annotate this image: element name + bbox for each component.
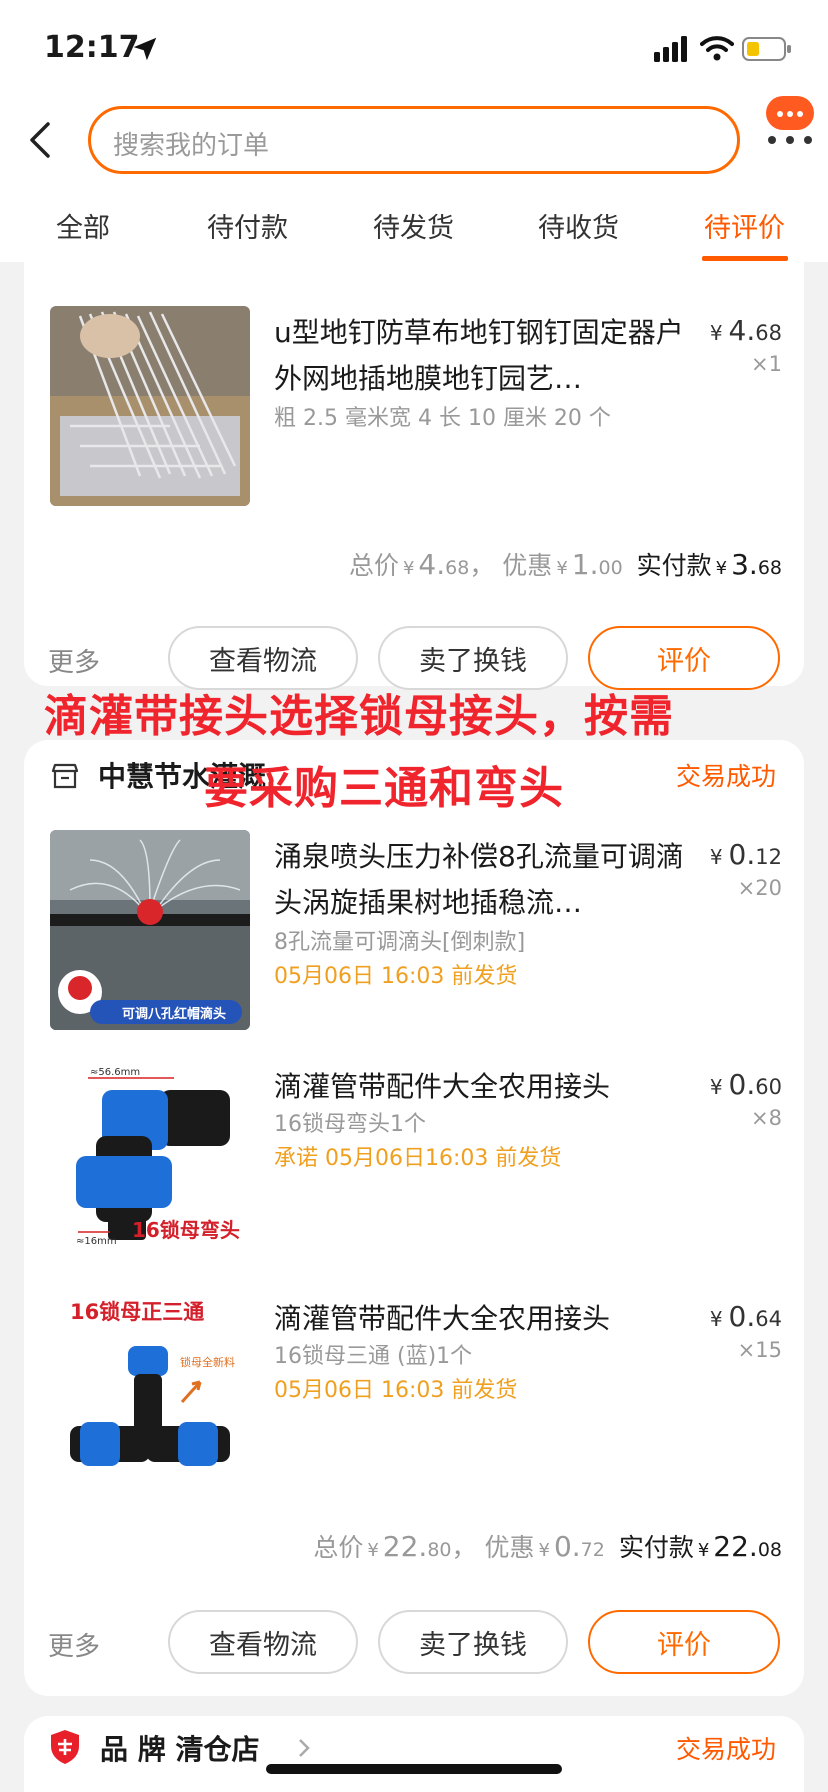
chevron-right-icon[interactable] (296, 1736, 312, 1760)
order-card: u型地钉防草布地钉钢钉固定器户外网地插地膜地钉园艺… 粗 2.5 毫米宽 4 长… (24, 262, 804, 690)
view-logistics-button[interactable]: 查看物流 (168, 1610, 358, 1674)
search-placeholder: 搜索我的订单 (113, 131, 270, 161)
order-item[interactable]: 可调八孔红帽滴头 涌泉喷头压力补偿8孔流量可调滴头涡旋插果树地插稳流… 8孔流量… (24, 830, 804, 1030)
order-item[interactable]: ≈56.6mm ≈16mm 16锁母弯头 滴灌管带配件大全农用接头 16锁母弯头… (24, 1060, 804, 1260)
product-sku: 8孔流量可调滴头[倒刺款] (274, 930, 526, 955)
overlay-caption-line1: 滴灌带接头选择锁母接头，按需 (44, 691, 674, 742)
thumbnail-caption: 16锁母弯头 (132, 1218, 240, 1242)
product-title[interactable]: 涌泉喷头压力补偿8孔流量可调滴头涡旋插果树地插稳流… (274, 834, 708, 926)
order-totals: 总价 ¥4.68， 优惠 ¥1.00 实付款 ¥3.68 (348, 548, 782, 581)
order-actions: 更多 查看物流 卖了换钱 评价 (24, 1610, 804, 1674)
product-sku: 粗 2.5 毫米宽 4 长 10 厘米 20 个 (274, 406, 611, 431)
wifi-icon (700, 36, 734, 61)
order-status: 交易成功 (675, 762, 776, 791)
order-totals: 总价 ¥22.80， 优惠 ¥0.72 实付款 ¥22.08 (313, 1530, 782, 1563)
product-thumbnail: ≈56.6mm ≈16mm 16锁母弯头 (50, 1060, 250, 1260)
active-tab-indicator (702, 256, 788, 261)
order-item[interactable]: 16锁母正三通 锁母全新料 滴灌管带配件大全农用接头 16锁母三通 (蓝)1个 … (24, 1292, 804, 1492)
more-actions-link[interactable]: 更多 (48, 1626, 100, 1663)
product-sku: 16锁母弯头1个 (274, 1112, 426, 1137)
brand-shield-icon (51, 1730, 79, 1764)
product-thumbnail: 可调八孔红帽滴头 (50, 830, 250, 1030)
product-quantity: ×15 (737, 1338, 782, 1362)
product-title[interactable]: 滴灌管带配件大全农用接头 (274, 1296, 708, 1342)
status-bar: 12:17 (0, 0, 828, 100)
more-menu-button[interactable] (760, 94, 820, 154)
product-quantity: ×1 (751, 352, 782, 376)
shipping-promise: 05月06日 16:03 前发货 (274, 964, 518, 989)
order-card: 品 牌 清仓店 交易成功 (24, 1716, 804, 1792)
order-search-input[interactable]: 搜索我的订单 (88, 106, 740, 174)
product-thumbnail: 16锁母正三通 锁母全新料 (50, 1292, 250, 1492)
thumbnail-dimension: ≈56.6mm (90, 1067, 141, 1078)
back-chevron-icon[interactable] (22, 118, 58, 162)
status-time: 12:17 (44, 30, 140, 65)
product-price: ¥0.12 (709, 838, 782, 871)
shipping-promise: 承诺 05月06日16:03 前发货 (274, 1146, 562, 1171)
cellular-signal-icon (654, 36, 687, 62)
order-card: 中慧节水灌溉 交易成功 可调八孔红帽滴头 涌泉喷头压力补偿8孔流量可调滴头涡旋插… (24, 740, 804, 1696)
product-sku: 16锁母三通 (蓝)1个 (274, 1344, 473, 1369)
thumbnail-caption: 可调八孔红帽滴头 (122, 1007, 227, 1022)
shipping-promise: 05月06日 16:03 前发货 (274, 1378, 518, 1403)
product-quantity: ×8 (751, 1106, 782, 1130)
tab-pending-payment[interactable]: 待付款 (207, 206, 288, 245)
thumbnail-dimension: ≈16mm (76, 1236, 117, 1247)
order-tabs: 全部 待付款 待发货 待收货 待评价 (0, 196, 828, 262)
shop-name[interactable]: 品 牌 清仓店 (100, 1728, 260, 1768)
review-button[interactable]: 评价 (588, 1610, 780, 1674)
tab-pending-shipment[interactable]: 待发货 (373, 206, 454, 245)
order-status: 交易成功 (675, 1735, 776, 1764)
resell-button[interactable]: 卖了换钱 (378, 1610, 568, 1674)
location-arrow-icon (133, 37, 157, 61)
tab-all[interactable]: 全部 (56, 206, 110, 245)
shop-icon (51, 763, 79, 789)
product-price: ¥0.64 (709, 1300, 782, 1333)
more-dots-icon (766, 136, 814, 146)
overlay-caption-line2: 要采购三通和弯头 (204, 763, 564, 814)
product-title[interactable]: 滴灌管带配件大全农用接头 (274, 1064, 708, 1110)
product-title[interactable]: u型地钉防草布地钉钢钉固定器户外网地插地膜地钉园艺… (274, 310, 708, 402)
order-item[interactable]: u型地钉防草布地钉钢钉固定器户外网地插地膜地钉园艺… 粗 2.5 毫米宽 4 长… (24, 306, 804, 506)
more-actions-link[interactable]: 更多 (48, 642, 100, 679)
battery-icon (742, 37, 791, 61)
product-thumbnail (50, 306, 250, 506)
tab-pending-review[interactable]: 待评价 (704, 206, 785, 245)
tab-pending-receipt[interactable]: 待收货 (538, 206, 619, 245)
home-indicator[interactable] (266, 1764, 562, 1774)
thumbnail-note: 锁母全新料 (180, 1356, 235, 1369)
top-header: 12:17 搜索我的订单 全部 待付款 待发货 待收货 待评价 (0, 0, 828, 262)
product-price: ¥0.60 (709, 1068, 782, 1101)
product-price: ¥4.68 (709, 314, 782, 347)
product-quantity: ×20 (737, 876, 782, 900)
message-bubble-icon (766, 96, 814, 130)
